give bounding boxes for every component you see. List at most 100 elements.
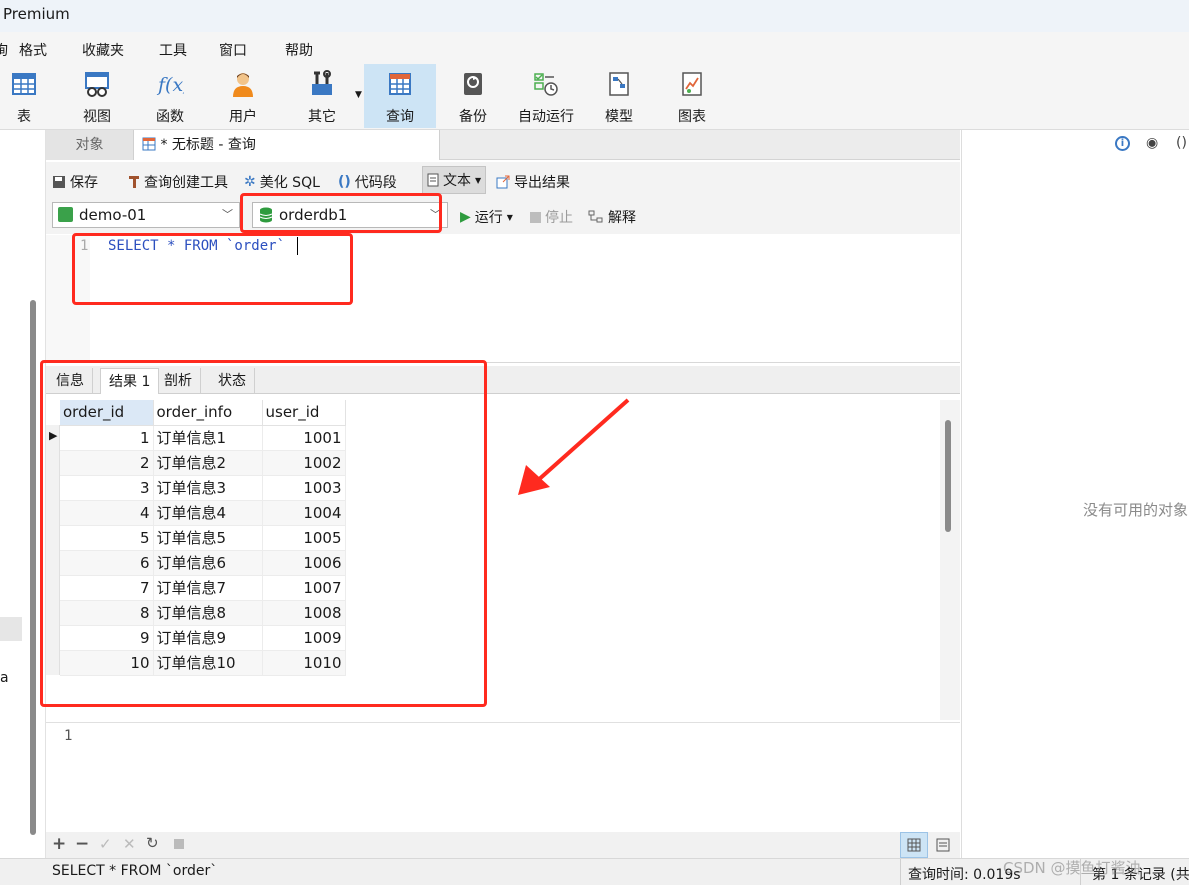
view-button-label: 视图 [83, 109, 111, 125]
export-result-button[interactable]: 导出结果 [496, 172, 570, 192]
table-button-label: 表 [17, 109, 31, 125]
menu-tools[interactable]: 工具 [159, 40, 187, 60]
query-icon [389, 73, 411, 95]
form-view-icon[interactable] [936, 838, 950, 852]
empty-objects-message: 没有可用的对象 [1083, 501, 1189, 519]
grid-toolbar: + − ✓ ✕ ↻ [46, 832, 960, 858]
annotation-box-results [40, 360, 487, 707]
function-button[interactable]: f(x) 函数 [134, 64, 206, 128]
message-panel: 1 [46, 722, 960, 832]
save-button[interactable]: 保存 [52, 172, 98, 192]
view-button[interactable]: 视图 [61, 64, 133, 128]
annotation-box-database [240, 193, 442, 233]
text-icon [427, 173, 439, 187]
tab-objects[interactable]: 对象 [46, 130, 134, 160]
tab-objects-label: 对象 [75, 137, 104, 153]
menu-favorites[interactable]: 收藏夹 [82, 40, 124, 60]
menu-format[interactable]: 格式 [19, 40, 47, 60]
menu-window[interactable]: 窗口 [219, 40, 247, 60]
query-tab-icon [142, 137, 156, 151]
add-record-icon[interactable]: + [52, 834, 66, 854]
nav-scrollbar[interactable] [30, 300, 36, 835]
connection-select[interactable]: demo-01 ﹀ [52, 202, 240, 228]
beautify-sql-label: 美化 SQL [259, 175, 320, 191]
annotation-box-sql [72, 233, 353, 305]
preview-eye-icon[interactable]: ◉ [1146, 135, 1158, 151]
code-snippet-button[interactable]: () 代码段 [338, 172, 397, 192]
user-icon [233, 73, 253, 97]
model-button[interactable]: 模型 [583, 64, 655, 128]
tab-query-label: * 无标题 - 查询 [160, 137, 256, 153]
other-button-label: 其它 [308, 109, 336, 125]
discard-changes-icon[interactable]: ✕ [123, 835, 136, 853]
apply-changes-icon[interactable]: ✓ [99, 835, 112, 853]
export-icon [496, 175, 510, 189]
run-dropdown-icon[interactable]: ▼ [507, 213, 513, 222]
stop-button[interactable]: 停止 [530, 207, 573, 227]
menu-bar: 询 格式 收藏夹 工具 窗口 帮助 [0, 32, 1189, 62]
query-builder-button[interactable]: 查询创建工具 [128, 172, 228, 192]
model-button-label: 模型 [605, 109, 633, 125]
chart-icon [682, 72, 702, 96]
nav-selected-item[interactable] [0, 617, 22, 641]
function-button-label: 函数 [156, 109, 184, 125]
stop-button-label: 停止 [545, 210, 573, 226]
beautify-sql-button[interactable]: ✲ 美化 SQL [244, 172, 320, 192]
user-button[interactable]: 用户 [207, 64, 279, 128]
menu-help[interactable]: 帮助 [285, 40, 313, 60]
chevron-down-icon: ﹀ [222, 208, 233, 221]
export-result-label: 导出结果 [514, 175, 570, 191]
nav-item-fragment[interactable]: a [0, 670, 9, 686]
refresh-icon[interactable]: ↻ [146, 834, 159, 852]
query-button[interactable]: 查询 [364, 64, 436, 128]
svg-text:f(x): f(x) [156, 74, 184, 96]
automation-icon [534, 73, 558, 96]
status-bar: SELECT * FROM `order` 查询时间: 0.019s 第 1 条… [0, 858, 1189, 885]
play-icon: ▶ [460, 209, 471, 225]
automation-button[interactable]: 自动运行 [510, 64, 582, 128]
message-line-number: 1 [64, 728, 73, 744]
backup-button[interactable]: 备份 [437, 64, 509, 128]
query-button-label: 查询 [386, 109, 414, 125]
annotation-arrow-icon [518, 398, 630, 495]
chart-button[interactable]: 图表 [656, 64, 728, 128]
app-title: Premium [3, 5, 70, 23]
builder-icon [129, 176, 139, 188]
info-icon[interactable]: i [1115, 136, 1130, 151]
info-pane: i ◉ () 没有可用的对象 [961, 130, 1189, 858]
save-button-label: 保存 [70, 175, 98, 191]
status-sql: SELECT * FROM `order` [52, 863, 218, 879]
tab-query[interactable]: * 无标题 - 查询 [134, 130, 440, 160]
run-button-label: 运行 [474, 210, 503, 226]
automation-button-label: 自动运行 [518, 109, 574, 125]
stop-icon[interactable] [174, 839, 184, 849]
dropdown-arrow-icon[interactable]: ▼ [355, 90, 362, 100]
text-mode-label: 文本 [443, 173, 471, 189]
other-button[interactable]: 其它 ▼ [286, 64, 362, 128]
function-icon: f(x) [156, 74, 184, 96]
snippet-icon: () [338, 174, 351, 190]
document-tabs: 对象 * 无标题 - 查询 [46, 130, 960, 160]
menu-query[interactable]: 询 [0, 40, 8, 60]
result-scrollbar-thumb[interactable] [945, 420, 951, 532]
title-bar: Premium [0, 0, 1189, 32]
table-icon [12, 73, 36, 95]
selector-row: demo-01 ﹀ orderdb1 ﹀ ▶ 运行 ▼ 停止 解释 [46, 198, 960, 234]
grid-view-icon [907, 838, 921, 852]
stop-icon [530, 211, 541, 223]
code-snippet-label: 代码段 [354, 175, 397, 191]
connection-icon [58, 207, 73, 222]
explain-button[interactable]: 解释 [588, 207, 636, 227]
status-divider [900, 859, 901, 885]
delete-record-icon[interactable]: − [75, 834, 89, 854]
grid-view-button[interactable] [900, 832, 928, 858]
backup-icon [464, 73, 482, 95]
main-toolbar: 表 视图 f(x) 函数 用户 其它 ▼ [0, 62, 1189, 130]
run-button[interactable]: ▶ 运行 ▼ [460, 207, 513, 227]
tools-icon [312, 70, 332, 95]
table-button[interactable]: 表 [0, 64, 60, 128]
text-mode-dropdown-icon[interactable]: ▼ [475, 176, 481, 185]
save-icon [53, 176, 65, 188]
text-mode-button[interactable]: 文本 ▼ [422, 166, 487, 194]
ddl-brackets-icon[interactable]: () [1176, 135, 1187, 151]
